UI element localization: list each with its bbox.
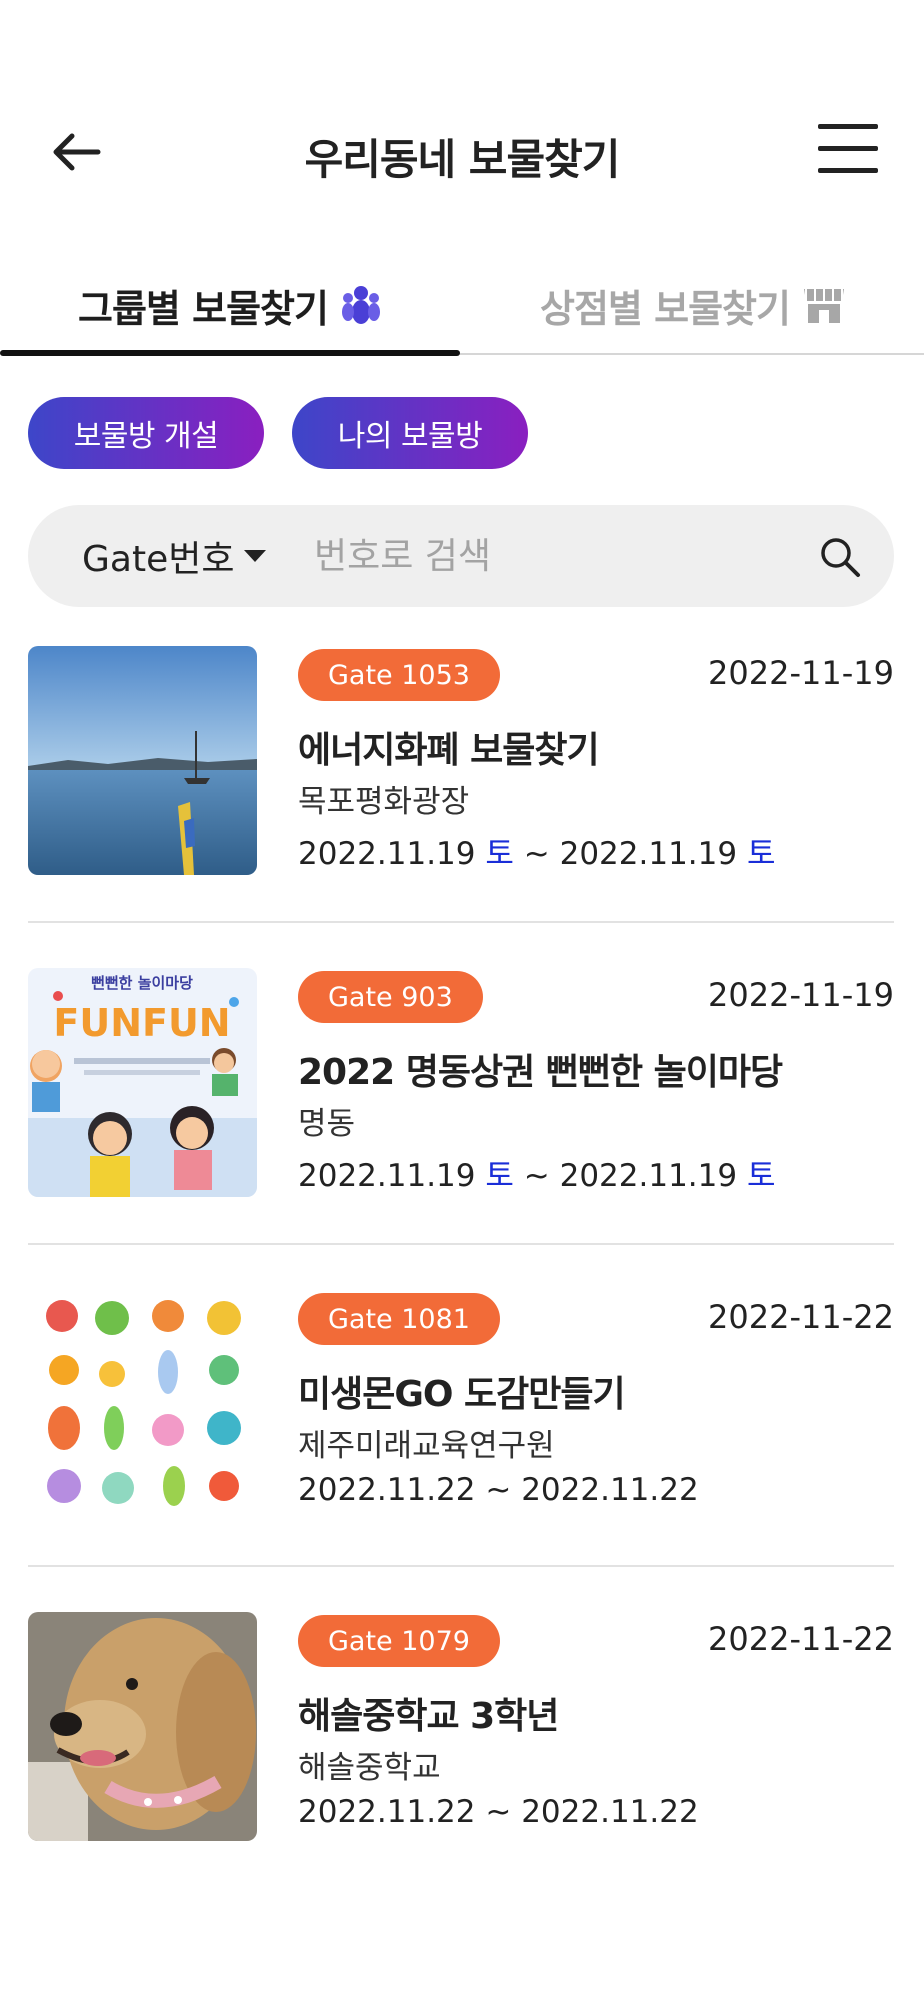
list-item[interactable]: 뻔뻔한 놀이마당 FUNFUN Gate 903 2022-11-19 2022… bbox=[0, 968, 924, 1290]
tab-label: 상점별 보물찾기 bbox=[540, 286, 791, 331]
search-icon[interactable] bbox=[818, 535, 862, 579]
period-start: 2022.11.22 bbox=[298, 1794, 476, 1830]
item-period: 2022.11.19 토 ~ 2022.11.19 토 bbox=[298, 828, 775, 873]
gate-filter-select[interactable]: Gate번호 bbox=[82, 505, 267, 607]
period-start: 2022.11.19 bbox=[298, 836, 476, 872]
gate-badge: Gate 1081 bbox=[298, 1293, 500, 1345]
period-separator: ~ bbox=[523, 836, 550, 872]
tab-group-treasure[interactable]: 그룹별 보물찾기 bbox=[0, 255, 460, 355]
list-item[interactable]: Gate 1081 2022-11-22 미생몬GO 도감만들기 제주미래교육연… bbox=[0, 1290, 924, 1612]
gate-badge: Gate 1079 bbox=[298, 1615, 500, 1667]
app-header: 우리동네 보물찾기 bbox=[0, 100, 924, 205]
item-title: 해솔중학교 3학년 bbox=[298, 1696, 559, 1737]
period-start: 2022.11.22 bbox=[298, 1472, 476, 1508]
period-end-day: 토 bbox=[746, 836, 776, 872]
my-room-button[interactable]: 나의 보물방 bbox=[292, 397, 528, 469]
microbe-characters bbox=[28, 1290, 257, 1519]
gate-filter-label: Gate번호 bbox=[82, 539, 235, 580]
search-input[interactable] bbox=[314, 526, 794, 586]
divider bbox=[28, 921, 894, 923]
item-place: 목포평화광장 bbox=[298, 784, 470, 820]
list-item[interactable]: Gate 1079 2022-11-22 해솔중학교 3학년 해솔중학교 202… bbox=[0, 1612, 924, 1934]
divider bbox=[28, 1565, 894, 1567]
item-period: 2022.11.22 ~ 2022.11.22 bbox=[298, 1472, 699, 1508]
period-end: 2022.11.19 bbox=[559, 1158, 738, 1194]
poster-subtitle: 뻔뻔한 놀이마당 bbox=[91, 974, 193, 992]
dog-photo bbox=[28, 1612, 257, 1841]
tab-label: 그룹별 보물찾기 bbox=[78, 286, 329, 331]
period-separator: ~ bbox=[523, 1158, 550, 1194]
period-start-day: 토 bbox=[485, 836, 514, 872]
tab-store-treasure[interactable]: 상점별 보물찾기 bbox=[462, 255, 924, 355]
item-period: 2022.11.19 토 ~ 2022.11.19 토 bbox=[298, 1150, 775, 1195]
seaside-photo bbox=[28, 646, 257, 875]
group-people-icon bbox=[340, 284, 382, 326]
poster-title: FUNFUN bbox=[53, 1001, 230, 1045]
period-end: 2022.11.22 bbox=[521, 1794, 699, 1830]
divider bbox=[28, 1243, 894, 1245]
treasure-list: Gate 1053 2022-11-19 에너지화폐 보물찾기 목포평화광장 2… bbox=[0, 646, 924, 1934]
item-place: 제주미래교육연구원 bbox=[298, 1428, 555, 1464]
item-period: 2022.11.22 ~ 2022.11.22 bbox=[298, 1794, 699, 1830]
storefront-icon bbox=[802, 285, 846, 325]
search-bar: Gate번호 bbox=[28, 505, 894, 607]
caret-down-icon bbox=[244, 550, 267, 562]
period-start-day: 토 bbox=[485, 1158, 514, 1194]
item-title: 2022 명동상권 뻔뻔한 놀이마당 bbox=[298, 1052, 783, 1093]
item-title: 에너지화폐 보물찾기 bbox=[298, 730, 600, 771]
item-place: 명동 bbox=[298, 1106, 356, 1142]
item-date: 2022-11-19 bbox=[708, 976, 894, 1014]
active-tab-indicator bbox=[0, 350, 460, 356]
period-end-day: 토 bbox=[746, 1158, 776, 1194]
item-title: 미생몬GO 도감만들기 bbox=[298, 1374, 626, 1415]
period-separator: ~ bbox=[485, 1472, 512, 1508]
period-end: 2022.11.19 bbox=[559, 836, 738, 872]
gate-badge: Gate 1053 bbox=[298, 649, 500, 701]
list-item[interactable]: Gate 1053 2022-11-19 에너지화폐 보물찾기 목포평화광장 2… bbox=[0, 646, 924, 968]
period-end: 2022.11.22 bbox=[521, 1472, 699, 1508]
open-room-button[interactable]: 보물방 개설 bbox=[28, 397, 264, 469]
item-date: 2022-11-22 bbox=[708, 1298, 894, 1336]
period-separator: ~ bbox=[485, 1794, 512, 1830]
hamburger-menu-icon[interactable] bbox=[816, 122, 880, 178]
item-place: 해솔중학교 bbox=[298, 1750, 441, 1786]
gate-badge: Gate 903 bbox=[298, 971, 483, 1023]
tab-bar: 그룹별 보물찾기 상점별 보물찾기 bbox=[0, 255, 924, 356]
item-date: 2022-11-19 bbox=[708, 654, 894, 692]
festival-poster: 뻔뻔한 놀이마당 FUNFUN bbox=[28, 968, 257, 1197]
period-start: 2022.11.19 bbox=[298, 1158, 476, 1194]
page-title: 우리동네 보물찾기 bbox=[304, 135, 621, 184]
item-date: 2022-11-22 bbox=[708, 1620, 894, 1658]
